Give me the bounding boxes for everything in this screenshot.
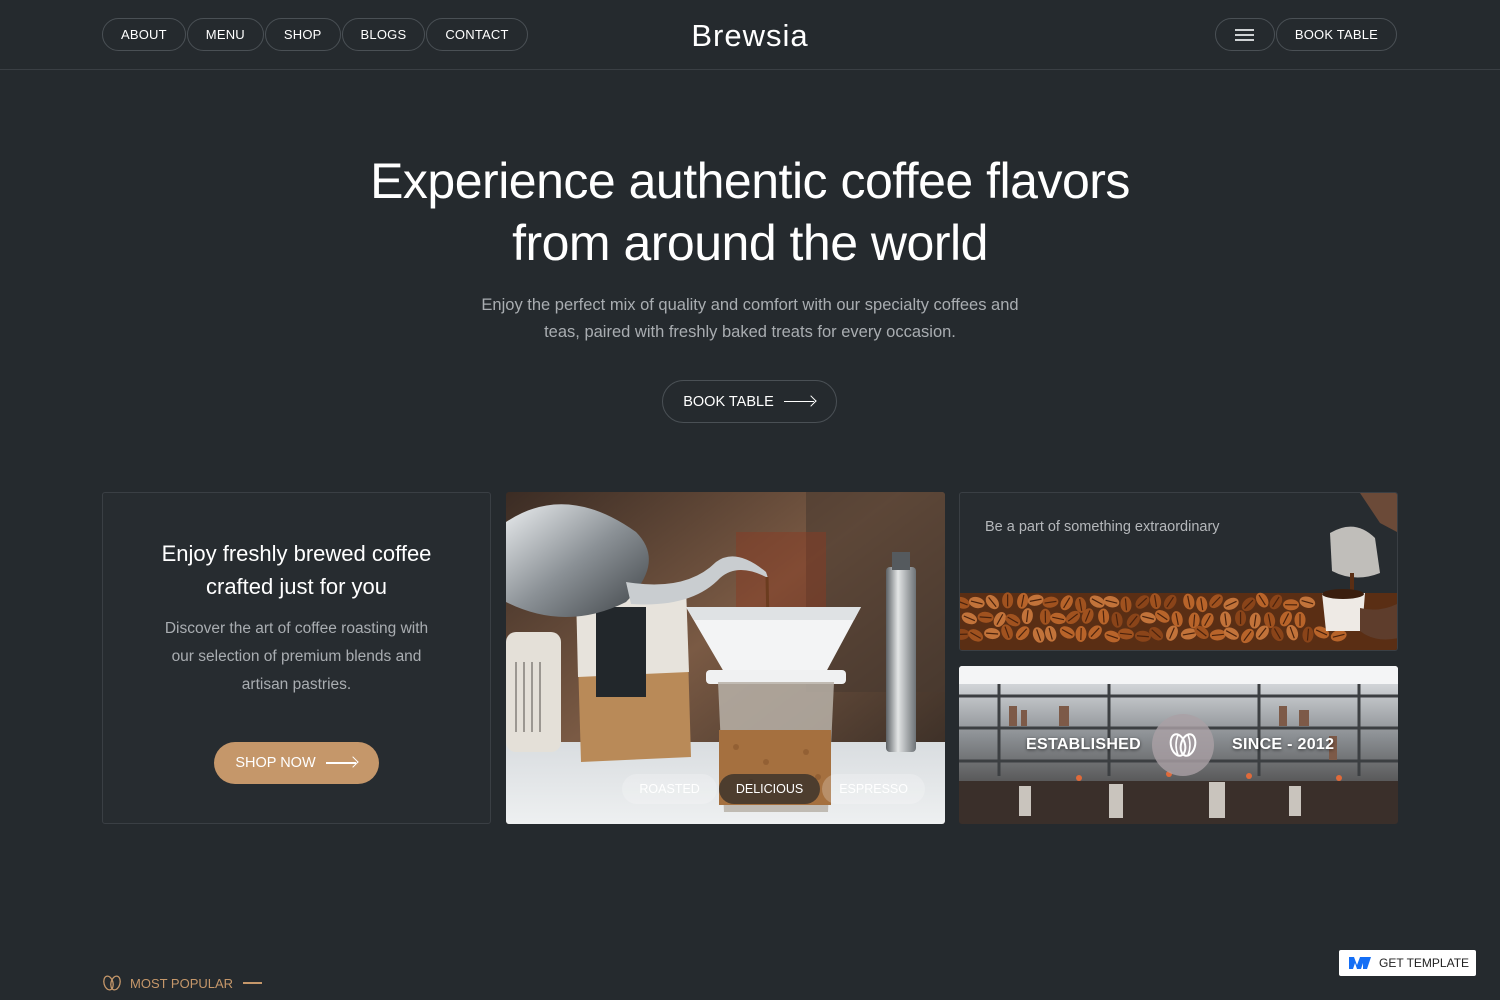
webflow-logo-icon [1349, 957, 1371, 969]
hero-title-line-1: Experience authentic coffee flavors [370, 153, 1130, 209]
coffee-bean-icon [103, 975, 121, 991]
intro-card-text-line-1: Discover the art of coffee roasting with [164, 620, 429, 637]
header-book-table-button[interactable]: BOOK TABLE [1275, 18, 1397, 51]
hero-book-table-button[interactable]: BOOK TABLE [662, 380, 837, 423]
intro-card-title-line-1: Enjoy freshly brewed coffee [161, 541, 432, 566]
coffee-beans-image [960, 493, 1397, 650]
hero-title: Experience authentic coffee flavors from… [250, 150, 1250, 274]
hero-title-line-2: from around the world [512, 215, 988, 271]
shop-now-label: SHOP NOW [235, 755, 316, 771]
intro-card-title-line-2: crafted just for you [206, 574, 387, 599]
hamburger-icon [1235, 29, 1255, 41]
tag-delicious[interactable]: DELICIOUS [718, 774, 821, 804]
community-card: Be a part of something extraordinary [959, 492, 1398, 651]
since-label: SINCE - 2012 [1232, 736, 1335, 753]
tag-list: ROASTED DELICIOUS ESPRESSO [620, 774, 925, 804]
menu-toggle-button[interactable] [1214, 18, 1275, 51]
section-eyebrow-label: MOST POPULAR [130, 975, 234, 991]
get-template-label: GET TEMPLATE [1379, 956, 1470, 970]
established-label: ESTABLISHED [1026, 736, 1142, 753]
nav-blogs-link[interactable]: BLOGS [341, 18, 426, 51]
section-eyebrow: MOST POPULAR [102, 975, 263, 991]
hero-subtitle-line-1: Enjoy the perfect mix of quality and com… [481, 296, 1019, 314]
intro-card-title: Enjoy freshly brewed coffee crafted just… [123, 537, 470, 603]
tag-espresso[interactable]: ESPRESSO [822, 774, 925, 804]
intro-card-text: Discover the art of coffee roasting with… [143, 615, 450, 699]
site-header: ABOUT MENU SHOP BLOGS CONTACT Brewsia BO… [0, 0, 1500, 70]
main-nav: ABOUT MENU SHOP BLOGS CONTACT [102, 18, 529, 51]
community-tagline: Be a part of something extraordinary [985, 519, 1220, 535]
nav-contact-link[interactable]: CONTACT [426, 18, 528, 51]
brand-logo[interactable]: Brewsia [691, 18, 808, 53]
pour-over-photo-card: ROASTED DELICIOUS ESPRESSO [506, 492, 945, 824]
tag-roasted[interactable]: ROASTED [622, 774, 717, 804]
hero-subtitle: Enjoy the perfect mix of quality and com… [450, 292, 1050, 346]
arrow-right-icon [783, 397, 816, 407]
get-template-button[interactable]: GET TEMPLATE [1339, 950, 1476, 976]
hero-book-table-label: BOOK TABLE [683, 393, 774, 410]
arrow-right-icon [325, 758, 358, 768]
hero-subtitle-line-2: teas, paired with freshly baked treats f… [544, 323, 956, 341]
intro-card-text-line-3: artisan pastries. [241, 676, 352, 693]
established-card: ESTABLISHED SINCE - 2012 [959, 666, 1398, 824]
nav-menu-link[interactable]: MENU [186, 18, 264, 51]
header-actions: BOOK TABLE [1214, 18, 1398, 51]
coffee-bean-logo-icon [1152, 714, 1214, 776]
eyebrow-divider [243, 982, 263, 984]
intro-card-text-line-2: our selection of premium blends and [171, 648, 422, 665]
nav-shop-link[interactable]: SHOP [264, 18, 341, 51]
nav-about-link[interactable]: ABOUT [102, 18, 186, 51]
shop-now-button[interactable]: SHOP NOW [214, 742, 379, 784]
intro-card: Enjoy freshly brewed coffee crafted just… [102, 492, 491, 824]
